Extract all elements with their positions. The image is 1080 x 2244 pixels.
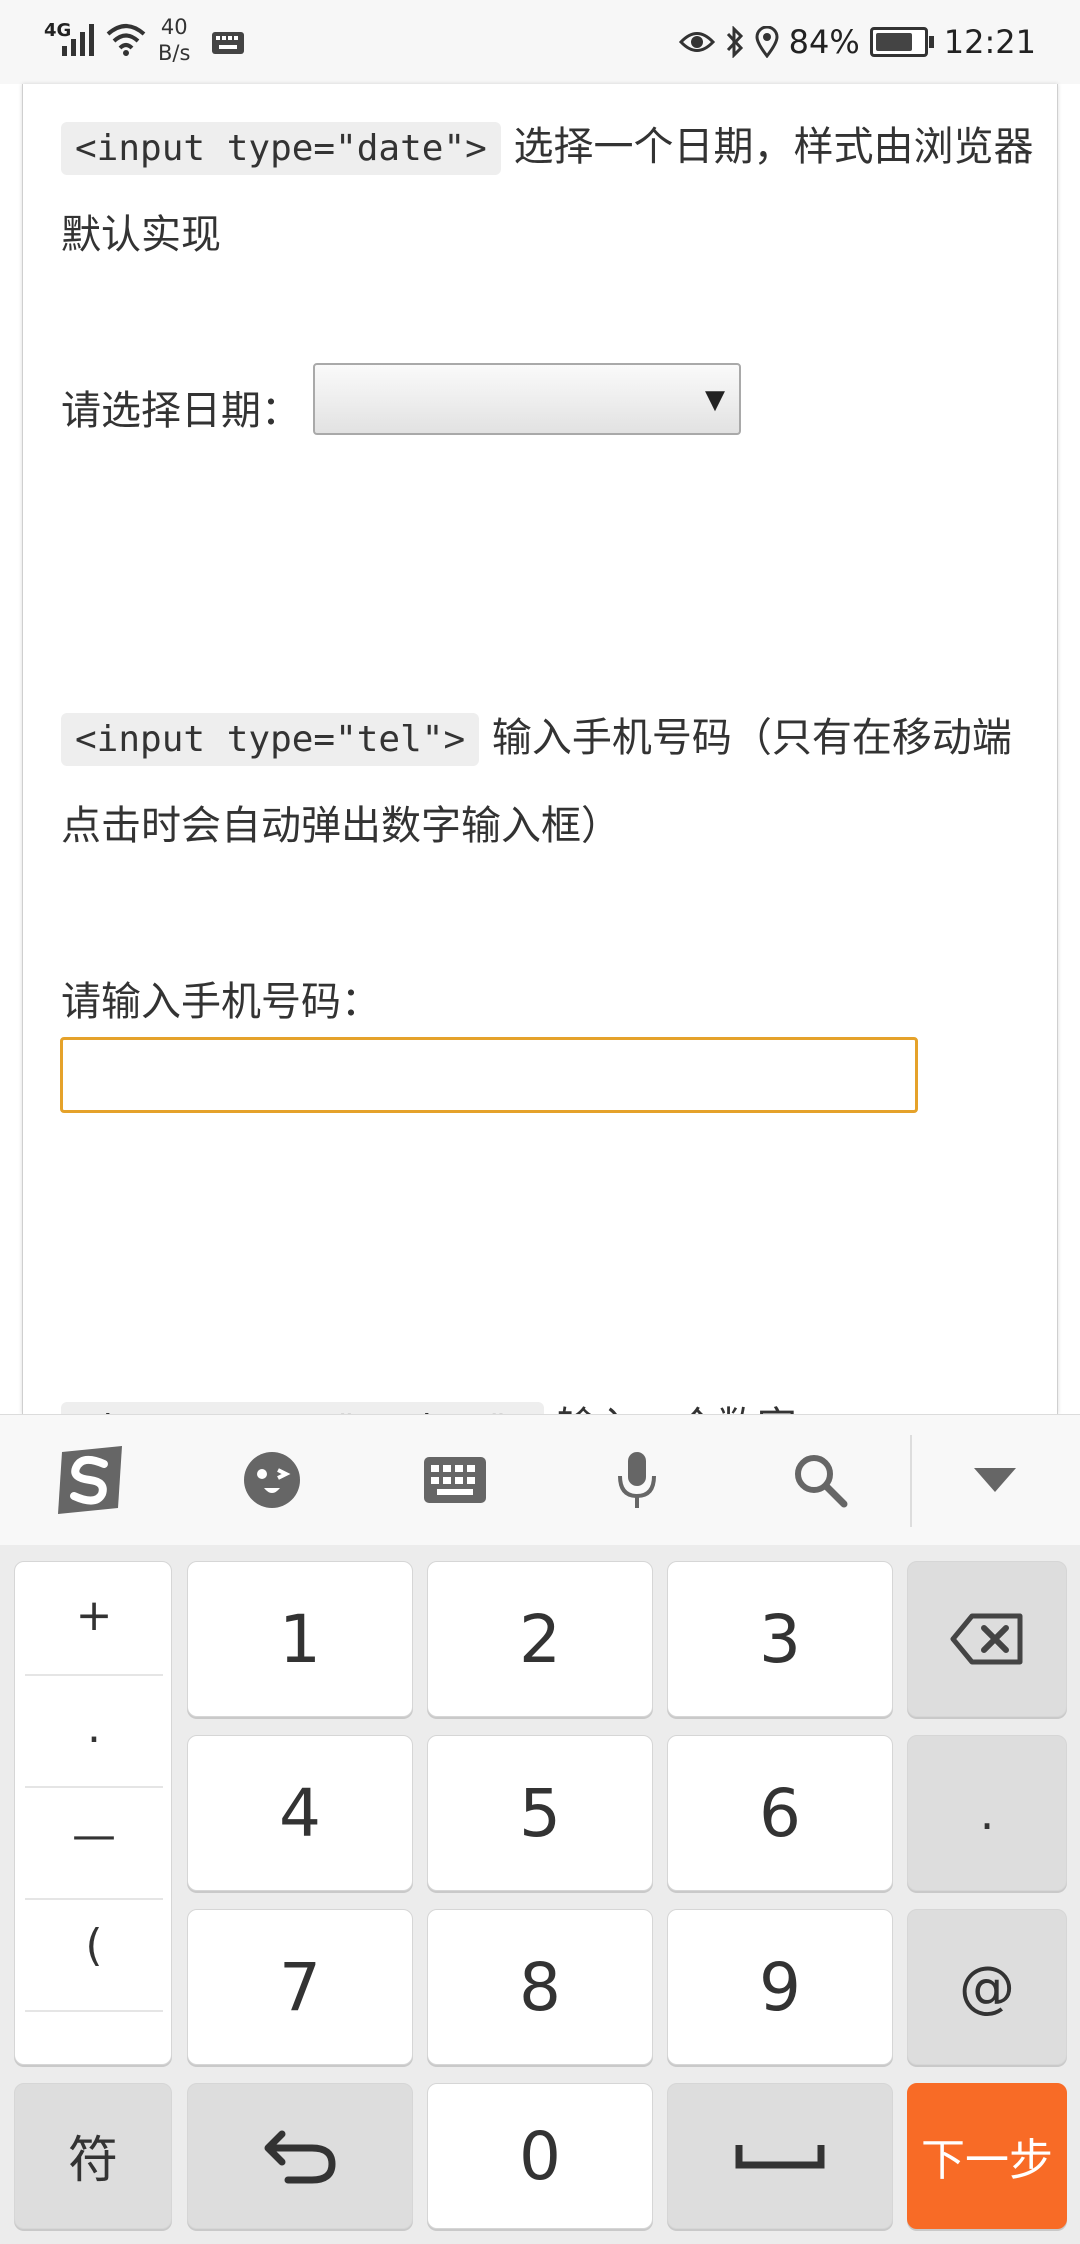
network-speed: 40 B/s (158, 15, 191, 65)
battery-icon (869, 27, 934, 57)
backspace-key[interactable] (907, 1561, 1067, 1717)
tel-label: 请输入手机号码： (61, 979, 381, 1025)
key-3[interactable]: 3 (667, 1561, 893, 1717)
at-key[interactable]: @ (907, 1909, 1067, 2065)
tel-input[interactable] (60, 1037, 918, 1113)
next-step-key[interactable]: 下一步 (907, 2083, 1067, 2229)
space-key[interactable] (667, 2083, 893, 2229)
microphone-icon[interactable] (597, 1440, 677, 1520)
tel-code-snippet: <input type="tel"> (61, 713, 480, 766)
key-8[interactable]: 8 (427, 1909, 653, 2065)
bluetooth-icon (726, 26, 743, 58)
key-7[interactable]: 7 (187, 1909, 413, 2065)
soft-keyboard: + . — ( 1 2 3 4 5 6 . 7 8 9 @ 符 0 下一步 (0, 1414, 1080, 2244)
key-0[interactable]: 0 (427, 2083, 653, 2229)
symbol-key-dot[interactable]: . (15, 1702, 173, 1753)
number-description-text: 输入一个数字 (544, 1404, 797, 1414)
symbol-column: + . — ( (14, 1561, 172, 2065)
signal-icon (62, 24, 94, 56)
status-bar: 4G 40 B/s 84% 12:21 (0, 0, 1080, 84)
location-icon (755, 26, 779, 58)
return-key[interactable] (187, 2083, 413, 2229)
symbol-switch-key[interactable]: 符 (14, 2083, 172, 2229)
toolbar-divider (910, 1435, 912, 1527)
eye-comfort-icon (678, 32, 715, 52)
space-icon (735, 2145, 825, 2169)
search-icon[interactable] (780, 1440, 860, 1520)
date-description: <input type="date"> 选择一个日期，样式由浏览器默认实现 (61, 104, 1041, 278)
key-6[interactable]: 6 (667, 1735, 893, 1891)
wifi-icon (106, 24, 146, 56)
symbol-key-paren[interactable]: ( (15, 1920, 173, 1971)
keyboard-notification-icon (212, 32, 244, 54)
emoji-icon[interactable] (232, 1440, 312, 1520)
number-code-snippet: <input type="number"> (61, 1402, 545, 1414)
collapse-icon[interactable] (955, 1440, 1035, 1520)
date-select[interactable]: ▼ (313, 363, 741, 435)
battery-percent: 84% (788, 23, 860, 61)
number-description: <input type="number"> 输入一个数字 (61, 1384, 1041, 1414)
dropdown-arrow-icon: ▼ (705, 385, 725, 415)
return-icon (264, 2130, 336, 2184)
key-5[interactable]: 5 (427, 1735, 653, 1891)
date-code-snippet: <input type="date"> (61, 122, 501, 175)
keyboard-icon[interactable] (415, 1440, 495, 1520)
web-page: <input type="date"> 选择一个日期，样式由浏览器默认实现 请选… (22, 84, 1058, 1414)
sogou-logo-icon[interactable] (50, 1440, 130, 1520)
symbol-key-dash[interactable]: — (15, 1810, 173, 1861)
key-2[interactable]: 2 (427, 1561, 653, 1717)
clock: 12:21 (943, 23, 1036, 61)
date-label: 请选择日期： (61, 388, 301, 434)
key-4[interactable]: 4 (187, 1735, 413, 1891)
dot-key[interactable]: . (907, 1735, 1067, 1891)
keyboard-toolbar (0, 1414, 1080, 1545)
symbol-key-plus[interactable]: + (15, 1590, 173, 1641)
key-9[interactable]: 9 (667, 1909, 893, 2065)
backspace-icon (950, 1613, 1023, 1665)
tel-description: <input type="tel"> 输入手机号码（只有在移动端点击时会自动弹出… (61, 695, 1041, 869)
key-1[interactable]: 1 (187, 1561, 413, 1717)
